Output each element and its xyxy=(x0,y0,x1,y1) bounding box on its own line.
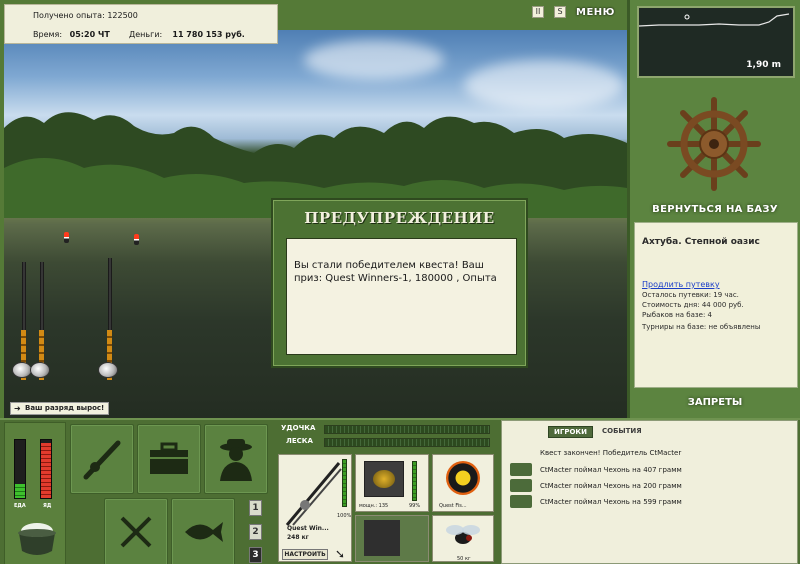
line-label: ЛЕСКА xyxy=(286,437,313,445)
money-row: Деньги: 11 780 153 руб. xyxy=(129,30,245,39)
xp-label: Получено опыта: 122500 xyxy=(33,11,138,20)
line-spool-icon xyxy=(446,461,480,495)
fish-icon xyxy=(510,479,532,492)
rod-icon xyxy=(285,462,342,526)
fish-icon xyxy=(510,463,532,476)
reel-condition-bar xyxy=(412,461,417,501)
player-stats-bar: Получено опыта: 122500 Время: 05:20 ЧТ Д… xyxy=(4,4,278,44)
depth-value: 1,90 m xyxy=(746,60,781,70)
time-value: 05:20 ЧТ xyxy=(69,30,110,39)
dialog-message: Вы стали победителем квеста! Ваш приз: Q… xyxy=(286,238,517,355)
fisherman-tile[interactable] xyxy=(204,424,268,494)
float-1 xyxy=(64,232,69,243)
time-row: Время: 05:20 ЧТ xyxy=(33,30,110,39)
cutlery-icon xyxy=(120,516,152,548)
rod-name: Quest Win... xyxy=(287,525,329,532)
menu-button[interactable]: МЕНЮ xyxy=(576,7,615,18)
rod-slot[interactable]: 100% Quest Win... 248 кг НАСТРОИТЬ ➘ xyxy=(278,454,352,562)
tab-players[interactable]: ИГРОКИ xyxy=(548,426,593,438)
float-2 xyxy=(134,234,139,245)
warning-dialog[interactable]: ПРЕДУПРЕЖДЕНИЕ Вы стали победителем квес… xyxy=(271,198,528,368)
arrow-right-icon: ➜ xyxy=(14,404,21,413)
top-controls: II S МЕНЮ xyxy=(532,6,615,18)
return-to-base-button[interactable]: ВЕРНУТЬСЯ НА БАЗУ xyxy=(630,204,800,215)
rods-tile[interactable] xyxy=(70,424,134,494)
list-item: CtMacter поймал Чехонь на 200 грамм xyxy=(510,479,682,492)
dialog-title: ПРЕДУПРЕЖДЕНИЕ xyxy=(304,209,495,227)
fly-bait-icon xyxy=(446,525,480,544)
tackle-box-tile[interactable] xyxy=(137,424,201,494)
right-panel: 1,90 m ВЕРНУТЬСЯ НА БАЗУ Ахтуба. Степной… xyxy=(627,0,800,418)
food-label: ЕДА xyxy=(14,503,26,509)
lure-weight: 50 кг xyxy=(457,556,471,562)
list-item: CtMacter поймал Чехонь на 407 грамм xyxy=(510,463,682,476)
ship-wheel-icon[interactable] xyxy=(666,96,762,192)
tournaments: Турниры на базе: не объявлены xyxy=(642,323,761,331)
rod-condition-bar xyxy=(342,459,347,507)
sound-button[interactable]: S xyxy=(554,6,566,18)
status-gauges: ЕДА ЯД xyxy=(4,422,66,564)
lure-slot[interactable]: 50 кг xyxy=(432,515,494,562)
fisherman-icon xyxy=(220,439,252,481)
pause-button[interactable]: II xyxy=(532,6,544,18)
line-name: Quest Fis... xyxy=(439,503,467,509)
tab-events[interactable]: СОБЫТИЯ xyxy=(597,426,647,438)
events-panel: ИГРОКИ СОБЫТИЯ Квест закончен! Победител… xyxy=(501,420,798,564)
reel-slot[interactable]: мощн.: 135 99% xyxy=(355,454,429,512)
rod-tension-meter xyxy=(324,425,490,434)
reel-icon xyxy=(364,461,404,497)
cloud xyxy=(464,60,624,110)
setup-button[interactable]: НАСТРОИТЬ xyxy=(282,549,328,560)
day-cost: Стоимость дня: 44 000 руб. xyxy=(642,301,744,309)
bait-pot-icon[interactable] xyxy=(14,519,60,559)
reel-power: мощн.: 135 xyxy=(359,503,389,509)
line-slot[interactable]: Quest Fis... xyxy=(432,454,494,512)
money-value: 11 780 153 руб. xyxy=(172,30,245,39)
depth-map[interactable]: 1,90 m xyxy=(637,6,795,78)
arrow-down-right-icon: ➘ xyxy=(335,547,346,561)
fish-icon xyxy=(510,495,532,508)
fish-icon xyxy=(185,522,223,542)
rod-percent: 100% xyxy=(337,513,352,519)
rod-label: УДОЧКА xyxy=(281,424,316,432)
line-tension-meter xyxy=(324,438,490,447)
float-marker-icon xyxy=(684,14,690,20)
rod-weight: 248 кг xyxy=(287,534,309,541)
game-window: ➜ Ваш разряд вырос! Получено опыта: 1225… xyxy=(0,0,800,564)
cooking-tile[interactable] xyxy=(104,498,168,564)
hook-slot[interactable] xyxy=(355,515,429,562)
page-2-button[interactable]: 2 xyxy=(249,524,262,540)
reel-percent: 99% xyxy=(409,503,421,509)
tackle-panel: УДОЧКА ЛЕСКА 100% Quest Win... 248 кг НА… xyxy=(276,420,497,564)
bans-button[interactable]: ЗАПРЕТЫ xyxy=(630,397,800,408)
list-item: Квест закончен! Победитель CtMacter xyxy=(540,449,682,457)
rod-icon xyxy=(83,440,121,480)
food-gauge xyxy=(14,439,26,499)
page-3-button[interactable]: 3 xyxy=(249,547,262,563)
page-1-button[interactable]: 1 xyxy=(249,500,262,516)
tackle-box-icon xyxy=(150,442,188,474)
base-info: Ахтуба. Степной оазис Продлить путевку О… xyxy=(634,222,798,388)
fish-tile[interactable] xyxy=(171,498,235,564)
anglers-count: Рыбаков на базе: 4 xyxy=(642,311,712,319)
poison-label: ЯД xyxy=(43,503,52,509)
cloud xyxy=(304,40,444,80)
events-tabs: ИГРОКИ СОБЫТИЯ xyxy=(548,426,647,438)
hook-icon xyxy=(364,520,400,556)
list-item: CtMacter поймал Чехонь на 599 грамм xyxy=(510,495,682,508)
rank-up-notice[interactable]: ➜ Ваш разряд вырос! xyxy=(10,402,110,415)
extend-permit-link[interactable]: Продлить путевку xyxy=(642,280,790,289)
permit-remaining: Осталось путевки: 19 час. xyxy=(642,291,739,299)
poison-gauge xyxy=(40,439,52,499)
place-name: Ахтуба. Степной оазис xyxy=(642,237,760,247)
